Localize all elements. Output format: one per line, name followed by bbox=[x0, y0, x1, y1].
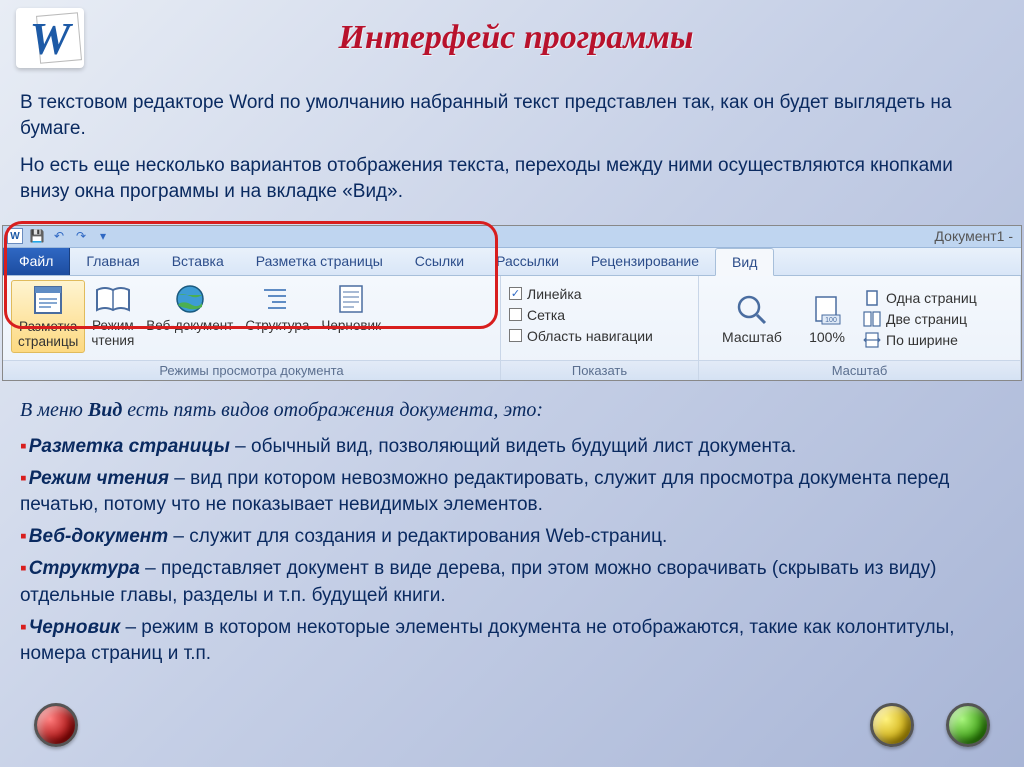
explain-line: В меню Вид есть пять видов отображения д… bbox=[0, 389, 1024, 428]
tab-view[interactable]: Вид bbox=[715, 248, 774, 276]
page-100-icon: 100 bbox=[810, 293, 844, 327]
item-label: По ширине bbox=[886, 332, 958, 348]
checkbox-icon bbox=[509, 329, 522, 342]
slide-title: Интерфейс программы bbox=[84, 19, 1008, 57]
btn-label: Режим bbox=[92, 318, 134, 334]
btn-two-pages[interactable]: Две страниц bbox=[863, 310, 977, 328]
list-item: ▪Разметка страницы – обычный вид, позвол… bbox=[20, 434, 1004, 460]
btn-web-layout[interactable]: Веб-документ bbox=[140, 280, 239, 351]
word-logo-icon: W bbox=[16, 8, 84, 68]
checkbox-nav-pane[interactable]: Область навигации bbox=[509, 328, 653, 344]
two-pages-icon bbox=[863, 310, 881, 328]
btn-label: чтения bbox=[91, 333, 134, 349]
list-item: ▪Веб-документ – служит для создания и ре… bbox=[20, 524, 1004, 550]
btn-label: Разметка bbox=[19, 319, 77, 335]
btn-zoom[interactable]: Масштаб bbox=[707, 293, 797, 345]
nav-light-green[interactable] bbox=[946, 703, 990, 747]
slide-header: W Интерфейс программы bbox=[0, 0, 1024, 76]
item-label: Две страниц bbox=[886, 311, 967, 327]
ribbon-tabs: Файл Главная Вставка Разметка страницы С… bbox=[3, 248, 1021, 276]
tab-page-layout[interactable]: Разметка страницы bbox=[240, 248, 399, 275]
btn-draft[interactable]: Черновик bbox=[315, 280, 387, 351]
ribbon-screenshot: W 💾 ↶ ↷ ▾ Документ1 - Файл Главная Встав… bbox=[2, 225, 1022, 381]
checkbox-icon bbox=[509, 308, 522, 321]
nav-back bbox=[34, 703, 78, 747]
intro-p1: В текстовом редакторе Word по умолчанию … bbox=[20, 90, 1004, 141]
nav-light-yellow[interactable] bbox=[870, 703, 914, 747]
item-label: Одна страниц bbox=[886, 290, 977, 306]
chk-label: Область навигации bbox=[527, 328, 653, 344]
draft-icon bbox=[333, 282, 369, 316]
btn-reading-mode[interactable]: Режим чтения bbox=[85, 280, 140, 351]
qat-dropdown-icon[interactable]: ▾ bbox=[95, 228, 111, 244]
intro-p2: Но есть еще несколько вариантов отображе… bbox=[20, 153, 1004, 204]
ribbon-body: Разметка страницы Режим чтения bbox=[3, 276, 1021, 380]
check-icon: ✓ bbox=[509, 287, 522, 300]
word-mini-icon: W bbox=[7, 228, 23, 244]
pct-label: 100% bbox=[809, 329, 845, 345]
group-zoom: Масштаб 100 100% Одна страниц Две с bbox=[699, 276, 1021, 380]
tab-home[interactable]: Главная bbox=[70, 248, 155, 275]
outline-icon bbox=[259, 282, 295, 316]
checkbox-grid[interactable]: Сетка bbox=[509, 307, 653, 323]
zoom-label: Масштаб bbox=[722, 329, 782, 345]
reading-mode-icon bbox=[95, 282, 131, 316]
svg-text:100: 100 bbox=[825, 317, 837, 324]
btn-page-width[interactable]: По ширине bbox=[863, 331, 977, 349]
btn-print-layout[interactable]: Разметка страницы bbox=[11, 280, 85, 353]
magnifier-icon bbox=[735, 293, 769, 327]
tab-file[interactable]: Файл bbox=[3, 248, 70, 275]
tab-review[interactable]: Рецензирование bbox=[575, 248, 715, 275]
btn-one-page[interactable]: Одна страниц bbox=[863, 289, 977, 307]
save-icon[interactable]: 💾 bbox=[29, 228, 45, 244]
tab-references[interactable]: Ссылки bbox=[399, 248, 480, 275]
btn-label: Черновик bbox=[321, 318, 381, 334]
list-item: ▪Структура – представляет документ в вид… bbox=[20, 556, 1004, 608]
group-label: Масштаб bbox=[699, 360, 1020, 380]
checkbox-ruler[interactable]: ✓ Линейка bbox=[509, 286, 653, 302]
group-label: Показать bbox=[501, 360, 698, 380]
btn-label: Структура bbox=[245, 318, 309, 334]
one-page-icon bbox=[863, 289, 881, 307]
page-width-icon bbox=[863, 331, 881, 349]
print-layout-icon bbox=[30, 283, 66, 317]
group-view-modes: Разметка страницы Режим чтения bbox=[3, 276, 501, 380]
tab-insert[interactable]: Вставка bbox=[156, 248, 240, 275]
chk-label: Линейка bbox=[527, 286, 582, 302]
undo-icon[interactable]: ↶ bbox=[51, 228, 67, 244]
btn-label: Веб-документ bbox=[146, 318, 233, 334]
globe-icon bbox=[172, 282, 208, 316]
nav-forward bbox=[870, 703, 990, 747]
mode-list: ▪Разметка страницы – обычный вид, позвол… bbox=[0, 434, 1024, 668]
group-label: Режимы просмотра документа bbox=[3, 360, 500, 380]
tab-mailings[interactable]: Рассылки bbox=[480, 248, 575, 275]
btn-outline[interactable]: Структура bbox=[239, 280, 315, 351]
document-title: Документ1 - bbox=[935, 228, 1013, 244]
nav-light-red[interactable] bbox=[34, 703, 78, 747]
redo-icon[interactable]: ↷ bbox=[73, 228, 89, 244]
list-item: ▪Режим чтения – вид при котором невозмож… bbox=[20, 466, 1004, 518]
chk-label: Сетка bbox=[527, 307, 565, 323]
list-item: ▪Черновик – режим в котором некоторые эл… bbox=[20, 615, 1004, 667]
btn-zoom-100[interactable]: 100 100% bbox=[797, 293, 857, 345]
quick-access-toolbar: W 💾 ↶ ↷ ▾ Документ1 - bbox=[3, 226, 1021, 248]
group-show: ✓ Линейка Сетка Область навигации Показат… bbox=[501, 276, 699, 380]
intro-text: В текстовом редакторе Word по умолчанию … bbox=[0, 76, 1024, 221]
btn-label: страницы bbox=[18, 334, 78, 350]
